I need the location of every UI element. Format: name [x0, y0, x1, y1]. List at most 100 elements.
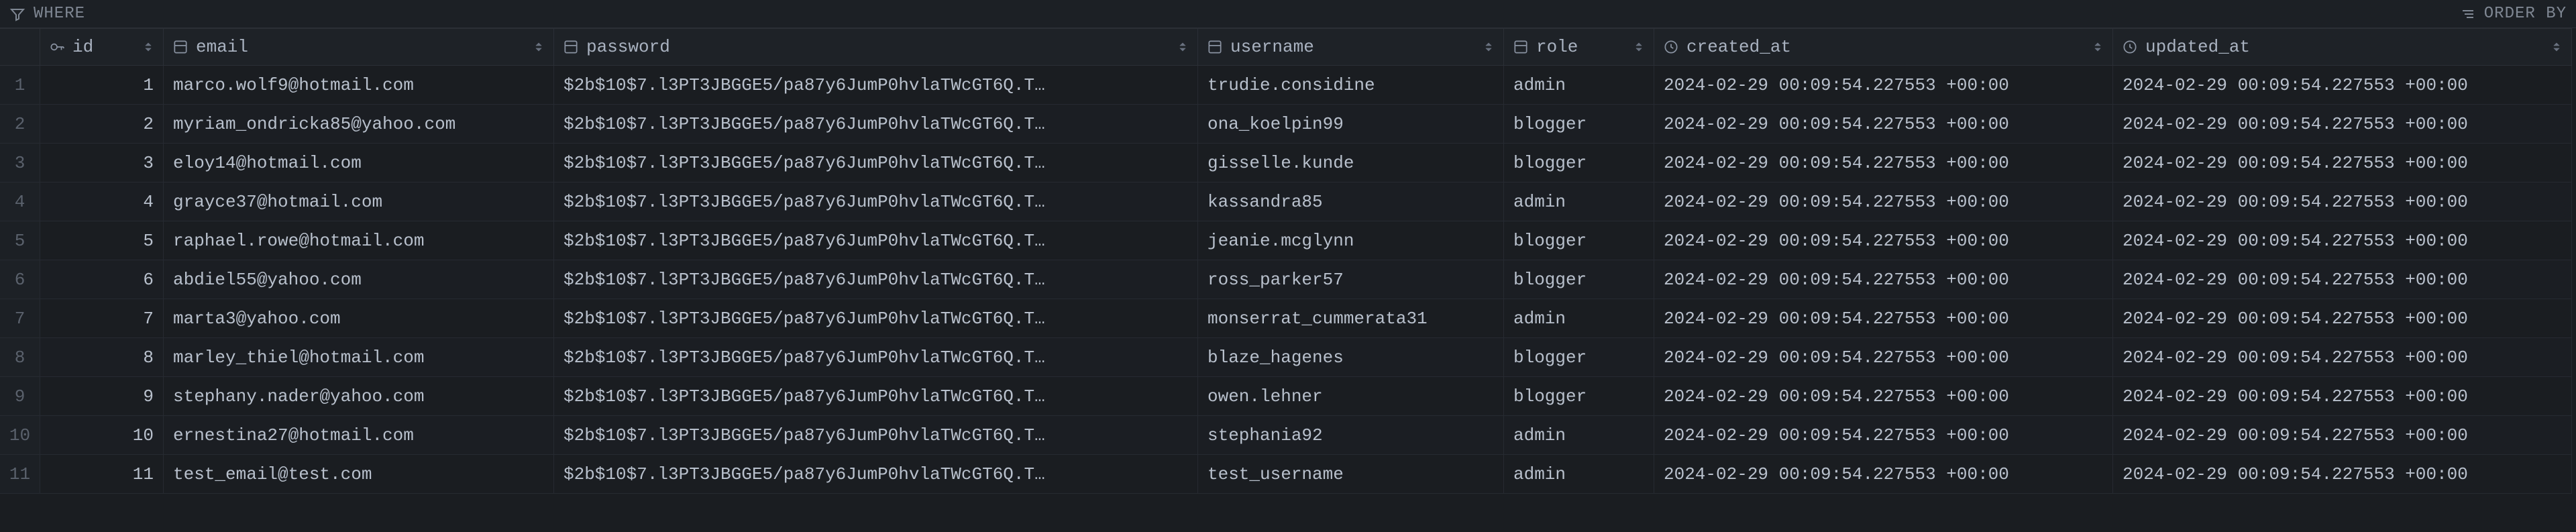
- cell-password[interactable]: $2b$10$7.l3PT3JBGGE5/pa87y6JumP0hvlaTWcG…: [554, 105, 1198, 144]
- column-label: role: [1536, 37, 1625, 57]
- sort-icon: [1176, 40, 1189, 54]
- cell-username[interactable]: gisselle.kunde: [1198, 144, 1504, 182]
- column-header-updated-at[interactable]: updated_at: [2113, 28, 2572, 66]
- cell-updated-at[interactable]: 2024-02-29 00:09:54.227553 +00:00: [2113, 260, 2572, 299]
- cell-email[interactable]: raphael.rowe@hotmail.com: [164, 221, 554, 260]
- cell-email[interactable]: myriam_ondricka85@yahoo.com: [164, 105, 554, 144]
- column-header-id[interactable]: id: [40, 28, 164, 66]
- cell-id[interactable]: 4: [40, 182, 164, 221]
- cell-username[interactable]: test_username: [1198, 455, 1504, 494]
- cell-password[interactable]: $2b$10$7.l3PT3JBGGE5/pa87y6JumP0hvlaTWcG…: [554, 377, 1198, 416]
- cell-role[interactable]: blogger: [1504, 221, 1654, 260]
- cell-created-at[interactable]: 2024-02-29 00:09:54.227553 +00:00: [1654, 144, 2113, 182]
- orderby-control[interactable]: ORDER BY: [2460, 5, 2567, 23]
- cell-updated-at[interactable]: 2024-02-29 00:09:54.227553 +00:00: [2113, 377, 2572, 416]
- cell-id[interactable]: 11: [40, 455, 164, 494]
- cell-role[interactable]: admin: [1504, 66, 1654, 105]
- cell-email[interactable]: marta3@yahoo.com: [164, 299, 554, 338]
- cell-username[interactable]: blaze_hagenes: [1198, 338, 1504, 377]
- cell-username[interactable]: stephania92: [1198, 416, 1504, 455]
- column-label: updated_at: [2145, 37, 2543, 57]
- cell-updated-at[interactable]: 2024-02-29 00:09:54.227553 +00:00: [2113, 221, 2572, 260]
- cell-username[interactable]: ross_parker57: [1198, 260, 1504, 299]
- cell-created-at[interactable]: 2024-02-29 00:09:54.227553 +00:00: [1654, 416, 2113, 455]
- cell-id[interactable]: 9: [40, 377, 164, 416]
- cell-updated-at[interactable]: 2024-02-29 00:09:54.227553 +00:00: [2113, 338, 2572, 377]
- cell-created-at[interactable]: 2024-02-29 00:09:54.227553 +00:00: [1654, 182, 2113, 221]
- sort-icon: [1632, 40, 1646, 54]
- cell-id[interactable]: 2: [40, 105, 164, 144]
- sort-icon: [1482, 40, 1495, 54]
- cell-role[interactable]: admin: [1504, 299, 1654, 338]
- cell-email[interactable]: abdiel55@yahoo.com: [164, 260, 554, 299]
- cell-id[interactable]: 8: [40, 338, 164, 377]
- column-label: created_at: [1686, 37, 2084, 57]
- cell-id[interactable]: 1: [40, 66, 164, 105]
- cell-updated-at[interactable]: 2024-02-29 00:09:54.227553 +00:00: [2113, 455, 2572, 494]
- cell-password[interactable]: $2b$10$7.l3PT3JBGGE5/pa87y6JumP0hvlaTWcG…: [554, 221, 1198, 260]
- row-number-cell: 1: [0, 66, 40, 105]
- cell-updated-at[interactable]: 2024-02-29 00:09:54.227553 +00:00: [2113, 299, 2572, 338]
- cell-role[interactable]: blogger: [1504, 338, 1654, 377]
- cell-username[interactable]: kassandra85: [1198, 182, 1504, 221]
- column-header-created-at[interactable]: created_at: [1654, 28, 2113, 66]
- cell-role[interactable]: admin: [1504, 455, 1654, 494]
- cell-username[interactable]: trudie.considine: [1198, 66, 1504, 105]
- cell-created-at[interactable]: 2024-02-29 00:09:54.227553 +00:00: [1654, 338, 2113, 377]
- cell-username[interactable]: monserrat_cummerata31: [1198, 299, 1504, 338]
- cell-created-at[interactable]: 2024-02-29 00:09:54.227553 +00:00: [1654, 105, 2113, 144]
- column-header-role[interactable]: role: [1504, 28, 1654, 66]
- cell-password[interactable]: $2b$10$7.l3PT3JBGGE5/pa87y6JumP0hvlaTWcG…: [554, 260, 1198, 299]
- cell-created-at[interactable]: 2024-02-29 00:09:54.227553 +00:00: [1654, 377, 2113, 416]
- column-icon: [562, 38, 580, 56]
- cell-email[interactable]: test_email@test.com: [164, 455, 554, 494]
- cell-id[interactable]: 5: [40, 221, 164, 260]
- cell-email[interactable]: grayce37@hotmail.com: [164, 182, 554, 221]
- column-header-username[interactable]: username: [1198, 28, 1504, 66]
- cell-password[interactable]: $2b$10$7.l3PT3JBGGE5/pa87y6JumP0hvlaTWcG…: [554, 455, 1198, 494]
- cell-created-at[interactable]: 2024-02-29 00:09:54.227553 +00:00: [1654, 455, 2113, 494]
- cell-updated-at[interactable]: 2024-02-29 00:09:54.227553 +00:00: [2113, 144, 2572, 182]
- column-header-password[interactable]: password: [554, 28, 1198, 66]
- cell-created-at[interactable]: 2024-02-29 00:09:54.227553 +00:00: [1654, 299, 2113, 338]
- where-filter[interactable]: WHERE: [9, 5, 85, 23]
- cell-role[interactable]: blogger: [1504, 105, 1654, 144]
- cell-created-at[interactable]: 2024-02-29 00:09:54.227553 +00:00: [1654, 260, 2113, 299]
- cell-created-at[interactable]: 2024-02-29 00:09:54.227553 +00:00: [1654, 66, 2113, 105]
- cell-role[interactable]: blogger: [1504, 260, 1654, 299]
- cell-email[interactable]: marley_thiel@hotmail.com: [164, 338, 554, 377]
- clock-icon: [2121, 38, 2139, 56]
- cell-role[interactable]: admin: [1504, 182, 1654, 221]
- cell-created-at[interactable]: 2024-02-29 00:09:54.227553 +00:00: [1654, 221, 2113, 260]
- cell-id[interactable]: 6: [40, 260, 164, 299]
- cell-password[interactable]: $2b$10$7.l3PT3JBGGE5/pa87y6JumP0hvlaTWcG…: [554, 416, 1198, 455]
- cell-username[interactable]: ona_koelpin99: [1198, 105, 1504, 144]
- cell-password[interactable]: $2b$10$7.l3PT3JBGGE5/pa87y6JumP0hvlaTWcG…: [554, 182, 1198, 221]
- cell-password[interactable]: $2b$10$7.l3PT3JBGGE5/pa87y6JumP0hvlaTWcG…: [554, 66, 1198, 105]
- column-label: id: [72, 37, 135, 57]
- cell-role[interactable]: blogger: [1504, 144, 1654, 182]
- cell-username[interactable]: owen.lehner: [1198, 377, 1504, 416]
- cell-password[interactable]: $2b$10$7.l3PT3JBGGE5/pa87y6JumP0hvlaTWcG…: [554, 338, 1198, 377]
- cell-updated-at[interactable]: 2024-02-29 00:09:54.227553 +00:00: [2113, 105, 2572, 144]
- cell-id[interactable]: 10: [40, 416, 164, 455]
- where-label: WHERE: [34, 5, 85, 23]
- cell-username[interactable]: jeanie.mcglynn: [1198, 221, 1504, 260]
- cell-updated-at[interactable]: 2024-02-29 00:09:54.227553 +00:00: [2113, 182, 2572, 221]
- column-icon: [1206, 38, 1224, 56]
- cell-email[interactable]: marco.wolf9@hotmail.com: [164, 66, 554, 105]
- cell-email[interactable]: eloy14@hotmail.com: [164, 144, 554, 182]
- cell-email[interactable]: stephany.nader@yahoo.com: [164, 377, 554, 416]
- cell-role[interactable]: blogger: [1504, 377, 1654, 416]
- cell-role[interactable]: admin: [1504, 416, 1654, 455]
- cell-id[interactable]: 7: [40, 299, 164, 338]
- cell-password[interactable]: $2b$10$7.l3PT3JBGGE5/pa87y6JumP0hvlaTWcG…: [554, 144, 1198, 182]
- column-header-email[interactable]: email: [164, 28, 554, 66]
- row-number-cell: 2: [0, 105, 40, 144]
- cell-password[interactable]: $2b$10$7.l3PT3JBGGE5/pa87y6JumP0hvlaTWcG…: [554, 299, 1198, 338]
- cell-email[interactable]: ernestina27@hotmail.com: [164, 416, 554, 455]
- cell-updated-at[interactable]: 2024-02-29 00:09:54.227553 +00:00: [2113, 416, 2572, 455]
- cell-updated-at[interactable]: 2024-02-29 00:09:54.227553 +00:00: [2113, 66, 2572, 105]
- cell-id[interactable]: 3: [40, 144, 164, 182]
- sort-lines-icon: [2460, 6, 2476, 22]
